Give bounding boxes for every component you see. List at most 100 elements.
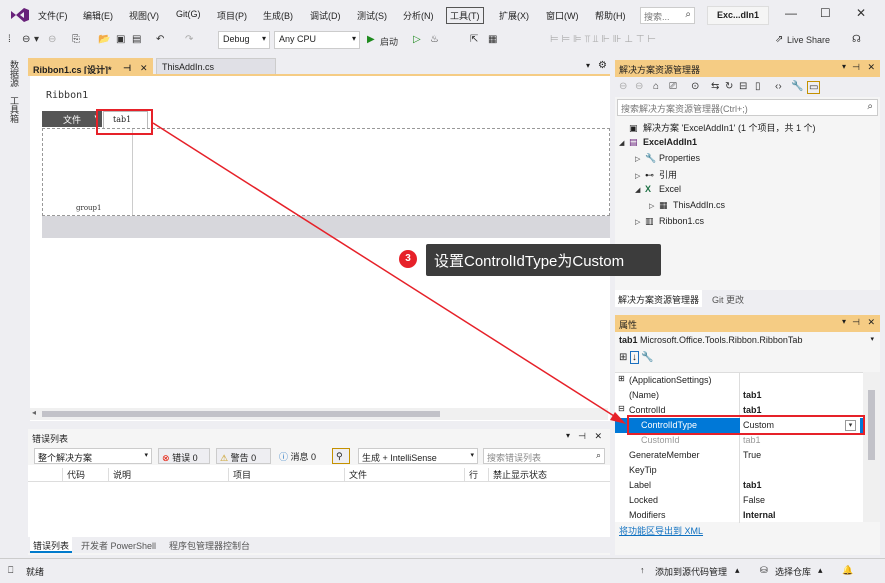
maximize-icon[interactable]: ☐ (820, 6, 831, 20)
hot-reload-icon[interactable]: ♨ (430, 34, 439, 45)
tab-developer-powershell[interactable]: 开发者 PowerShell (78, 537, 159, 553)
forward-icon[interactable]: ⊖ (635, 81, 643, 92)
property-value[interactable]: tab1 (743, 390, 762, 400)
save-icon[interactable]: ▣ (116, 34, 125, 45)
undo-icon[interactable]: ↶ (156, 34, 164, 45)
property-value[interactable]: True (743, 450, 761, 460)
error-search-input[interactable]: 搜索错误列表 ⌕ (483, 448, 605, 464)
solution-search-input[interactable]: 搜索解决方案资源管理器(Ctrl+;) ⌕ (617, 99, 878, 116)
property-row[interactable]: Modifiers Internal (615, 508, 863, 523)
filter-icon[interactable]: ⚲ (332, 448, 350, 464)
property-row[interactable]: Locked False (615, 493, 863, 508)
alphabetical-icon[interactable]: ↓ (629, 351, 639, 364)
tree-node-references[interactable]: ▷ ⊷ 引用 (635, 168, 677, 181)
open-file-icon[interactable]: 📂 (98, 34, 110, 45)
show-all-files-icon[interactable]: ▯ (755, 81, 761, 92)
scroll-thumb[interactable] (42, 411, 440, 417)
vs-search-box[interactable]: 搜索... ⌕ (640, 7, 695, 24)
collapse-all-icon[interactable]: ⊟ (739, 81, 747, 92)
align-icons[interactable]: ⊨ ⊨ ⊫ ⫪ ⫫ ⊩ ⊪ ⊥ ⊤ ⊢ (550, 34, 656, 45)
dropdown-arrow-icon[interactable]: ▾ (34, 34, 39, 45)
menu-window[interactable]: 窗口(W) (546, 9, 579, 22)
config-dropdown[interactable]: Debug ▾ (218, 31, 270, 49)
solution-name-badge[interactable]: Exc...dIn1 (707, 6, 769, 25)
column-file[interactable]: 文件 (344, 468, 367, 482)
property-value[interactable]: tab1 (743, 405, 762, 415)
redo-icon[interactable]: ↷ (185, 34, 193, 45)
designer-horizontal-scrollbar[interactable]: ◂ (30, 408, 608, 420)
warnings-filter-button[interactable]: ⚠ 警告 0 (216, 448, 271, 464)
menu-debug[interactable]: 调试(D) (310, 9, 341, 22)
code-view-icon[interactable]: ‹› (775, 81, 782, 92)
close-icon[interactable]: ✕ (140, 63, 148, 74)
minimize-icon[interactable]: — (785, 6, 797, 20)
tree-expander[interactable]: ◢ (619, 139, 629, 147)
scope-dropdown[interactable]: 整个解决方案 ▾ (34, 448, 152, 464)
tree-node-properties[interactable]: ▷ 🔧 Properties (635, 153, 700, 164)
chevron-up-icon[interactable]: ▴ (735, 565, 740, 576)
property-row[interactable]: GenerateMember True (615, 448, 863, 463)
start-icon[interactable]: ▶ (367, 34, 375, 45)
preview-icon[interactable]: ▭ (807, 81, 821, 94)
property-pages-icon[interactable]: 🔧 (641, 352, 653, 363)
add-source-control-button[interactable]: 添加到源代码管理 (655, 565, 727, 578)
export-ribbon-xml-link[interactable]: 将功能区导出到 XML (619, 524, 703, 537)
property-value[interactable]: Internal (743, 510, 776, 520)
refresh-icon[interactable]: ↻ (725, 81, 733, 92)
scroll-left-icon[interactable]: ◂ (32, 408, 36, 417)
gear-icon[interactable]: ⚙ (598, 60, 607, 71)
property-row[interactable]: Label tab1 (615, 478, 863, 493)
messages-filter-button[interactable]: ⓘ 消息 0 (276, 448, 326, 464)
data-sources-tab[interactable]: 数据源 (8, 60, 21, 87)
tab-git-changes[interactable]: Git 更改 (709, 290, 747, 307)
ribbon-file-tab[interactable]: 文件 ▾ (42, 111, 102, 127)
menu-project[interactable]: 项目(P) (217, 9, 247, 22)
close-icon[interactable]: ✕ (867, 317, 875, 328)
tree-node-solution[interactable]: ▣ 解决方案 'ExcelAddIn1' (1 个项目，共 1 个) (619, 121, 815, 134)
save-all-icon[interactable]: ▤ (132, 34, 141, 45)
tree-expander[interactable]: ▷ (635, 172, 645, 180)
menu-view[interactable]: 视图(V) (129, 9, 159, 22)
tab-error-list[interactable]: 错误列表 (30, 537, 73, 553)
chevron-down-icon[interactable]: ▾ (566, 431, 570, 440)
property-row[interactable]: (Name) tab1 (615, 388, 863, 403)
back-icon[interactable]: ⊖ (619, 81, 627, 92)
menu-git[interactable]: Git(G) (176, 9, 201, 19)
live-share-icon[interactable]: ⇗ (775, 34, 783, 45)
tree-node-project[interactable]: ◢ ▤ ExcelAddIn1 (619, 137, 697, 148)
menu-test[interactable]: 测试(S) (357, 9, 387, 22)
menu-tools[interactable]: 工具(T) (446, 7, 484, 24)
column-project[interactable]: 项目 (228, 468, 251, 482)
pending-changes-icon[interactable]: ⊙ (691, 81, 699, 92)
tree-node-thisaddin[interactable]: ▷ ▦ ThisAddIn.cs (649, 200, 725, 211)
toolbox-tab[interactable]: 工具箱 (8, 96, 21, 123)
expander-icon[interactable]: ⊟ (618, 404, 625, 413)
platform-dropdown[interactable]: Any CPU ▾ (274, 31, 360, 49)
property-row[interactable]: KeyTip (615, 463, 863, 478)
ribbon-tab-content[interactable]: group1 (42, 128, 610, 216)
menu-file[interactable]: 文件(F) (38, 9, 68, 22)
back-icon[interactable]: ⊖ (22, 34, 30, 45)
pin-icon[interactable]: ⊣ (852, 62, 860, 73)
tree-expander[interactable]: ▷ (635, 218, 645, 226)
menu-extensions[interactable]: 扩展(X) (499, 9, 529, 22)
pin-icon[interactable]: ⊣ (852, 317, 860, 328)
categorized-icon[interactable]: ⊞ (619, 352, 627, 363)
tree-expander[interactable]: ▷ (649, 202, 659, 210)
notifications-icon[interactable]: 🔔 (842, 565, 853, 576)
start-without-debug-icon[interactable]: ▷ (413, 34, 421, 45)
layout-icon[interactable]: ▦ (488, 34, 497, 45)
chevron-up-icon[interactable]: ▴ (818, 565, 823, 576)
property-value[interactable]: tab1 (743, 435, 761, 445)
properties-icon[interactable]: 🔧 (791, 81, 803, 92)
pin-icon[interactable]: ⊣ (123, 63, 131, 74)
visual-studio-logo-icon[interactable] (10, 7, 30, 23)
column-suppression[interactable]: 禁止显示状态 (488, 468, 547, 482)
scroll-thumb[interactable] (868, 390, 875, 460)
sync-icon[interactable]: ⇆ (711, 81, 719, 92)
menu-help[interactable]: 帮助(H) (595, 9, 626, 22)
start-button-label[interactable]: 启动 (380, 35, 398, 48)
switch-views-icon[interactable]: ⎚ (669, 81, 677, 92)
property-value[interactable]: tab1 (743, 480, 762, 490)
pin-icon[interactable]: ⊣ (578, 431, 586, 442)
